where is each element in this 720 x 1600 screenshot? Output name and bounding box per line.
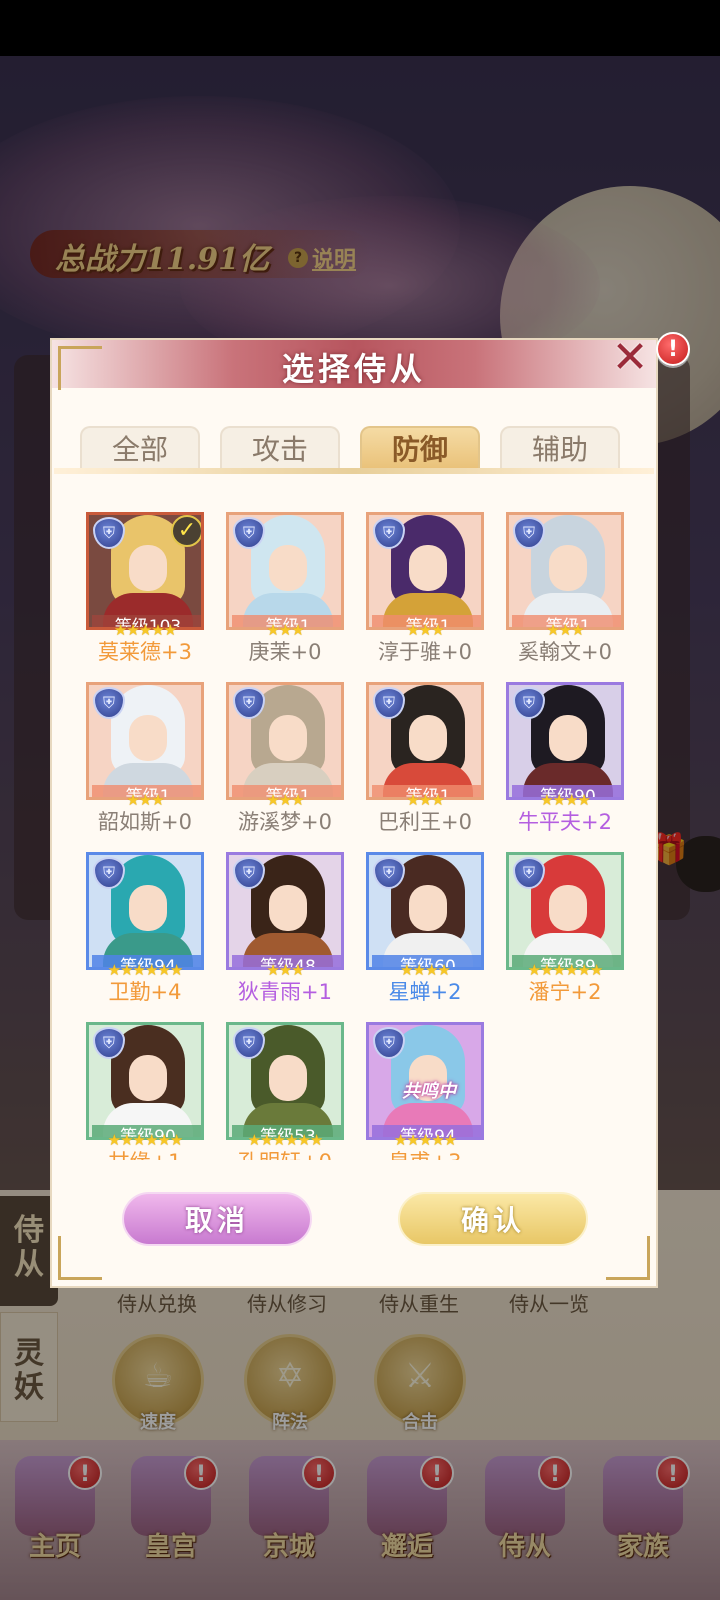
tab-attack[interactable]: 攻击 — [220, 426, 340, 470]
tab-all[interactable]: 全部 — [80, 426, 200, 470]
tab-defense[interactable]: 防御 — [360, 426, 480, 470]
portrait-face — [129, 715, 167, 761]
alert-badge: ! — [656, 332, 690, 366]
attendant-name: 游溪梦+0 — [238, 810, 332, 834]
portrait-face — [549, 885, 587, 931]
attendant-grid: ⛨ ✓ 等级103 ★★★★★ 莫莱德+3 ⛨ 等级1 ★★★ 庚茉+0 ⛨ 等级1 ★★★ 淳于骓+0… — [52, 500, 656, 1160]
attendant-name: 皇甫+3 — [352, 1146, 498, 1160]
attendant-card[interactable]: ⛨ 等级89 ★★★★★★ 潘宁+2 — [506, 840, 624, 1004]
tab-support[interactable]: 辅助 — [500, 426, 620, 470]
attendant-card[interactable]: ⛨ 等级1 ★★★ 游溪梦+0 — [226, 670, 344, 834]
portrait-face — [409, 885, 447, 931]
attendant-portrait: ⛨ 等级60 — [366, 852, 484, 970]
portrait-face — [269, 545, 307, 591]
attendant-portrait: ⛨ 等级1 — [366, 682, 484, 800]
attendant-portrait: ⛨ 等级90 — [86, 1022, 204, 1140]
corner-ornament — [58, 346, 102, 390]
attendant-card[interactable]: ⛨ ✓ 等级103 ★★★★★ 莫莱德+3 — [86, 500, 204, 664]
attendant-card[interactable]: ⛨ 等级1 ★★★ 庚茉+0 — [226, 500, 344, 664]
attendant-card[interactable]: ⛨ 等级90 ★★★★ 牛平夫+2 — [506, 670, 624, 834]
attendant-name: 牛平夫+2 — [518, 810, 612, 834]
attendant-portrait: ⛨ 等级1 — [86, 682, 204, 800]
attendant-card[interactable]: ⛨共鸣中等级94★★★★★皇甫+3 — [366, 1010, 484, 1160]
attendant-portrait: ⛨ 等级1 — [226, 682, 344, 800]
attendant-portrait: ⛨ 等级89 — [506, 852, 624, 970]
corner-ornament — [58, 1236, 102, 1280]
portrait-face — [269, 885, 307, 931]
cancel-button[interactable]: 取消 — [122, 1192, 312, 1246]
resonance-label: 共鸣中 — [402, 1081, 456, 1102]
attendant-portrait: ⛨ 等级1 — [226, 512, 344, 630]
select-attendant-dialog: 选择侍从 ✕ ! 全部 攻击 防御 辅助 ⛨ ✓ 等级103 ★★★★★ 莫莱德+3 ⛨ 等… — [50, 332, 690, 1288]
attendant-name: 孔明轩+0 — [212, 1146, 358, 1160]
attendant-portrait: ⛨ 共鸣中 等级94 — [366, 1022, 484, 1140]
portrait-face — [269, 1055, 307, 1101]
attendant-card[interactable]: ⛨ 等级1 ★★★ 淳于骓+0 — [366, 500, 484, 664]
attendant-portrait: ⛨ 等级1 — [506, 512, 624, 630]
close-icon[interactable]: ✕ — [608, 336, 652, 380]
attendant-name: 甘缘+1 — [72, 1146, 218, 1160]
attendant-name: 淳于骓+0 — [378, 640, 472, 664]
portrait-face — [409, 545, 447, 591]
attendant-name: 潘宁+2 — [528, 980, 602, 1004]
portrait-face — [549, 715, 587, 761]
attendant-name: 庚茉+0 — [248, 640, 322, 664]
attendant-name: 奚翰文+0 — [518, 640, 612, 664]
attendant-portrait: ⛨ 等级1 — [366, 512, 484, 630]
dialog-title: 选择侍从 — [281, 350, 426, 388]
attendant-card[interactable]: ⛨ 等级60 ★★★★ 星蝉+2 — [366, 840, 484, 1004]
corner-ornament — [606, 1236, 650, 1280]
attendant-card[interactable]: ⛨ 等级1 ★★★ 巴利王+0 — [366, 670, 484, 834]
attendant-card[interactable]: ⛨等级90★★★★★★甘缘+1 — [86, 1010, 204, 1160]
attendant-card[interactable]: ⛨等级53★★★★★★孔明轩+0 — [226, 1010, 344, 1160]
attendant-portrait: ⛨ 等级48 — [226, 852, 344, 970]
portrait-face — [409, 715, 447, 761]
portrait-face — [129, 1055, 167, 1101]
portrait-face — [129, 545, 167, 591]
attendant-portrait: ⛨ ✓ 等级103 — [86, 512, 204, 630]
status-bar — [0, 0, 720, 56]
selected-check-icon: ✓ — [171, 515, 201, 547]
portrait-face — [269, 715, 307, 761]
attendant-name: 韶如斯+0 — [98, 810, 192, 834]
portrait-face — [549, 545, 587, 591]
confirm-button[interactable]: 确认 — [398, 1192, 588, 1246]
attendant-name: 巴利王+0 — [378, 810, 472, 834]
attendant-card[interactable]: ⛨ 等级48 ★★★ 狄青雨+1 — [226, 840, 344, 1004]
portrait-face — [129, 885, 167, 931]
attendant-name: 星蝉+2 — [388, 980, 462, 1004]
tabs-rail — [54, 468, 654, 474]
attendant-portrait: ⛨ 等级90 — [506, 682, 624, 800]
attendant-card[interactable]: ⛨ 等级1 ★★★ 奚翰文+0 — [506, 500, 624, 664]
attendant-portrait: ⛨ 等级53 — [226, 1022, 344, 1140]
attendant-card[interactable]: ⛨ 等级94 ★★★★★★ 卫勤+4 — [86, 840, 204, 1004]
attendant-card[interactable]: ⛨ 等级1 ★★★ 韶如斯+0 — [86, 670, 204, 834]
attendant-name: 狄青雨+1 — [238, 980, 332, 1004]
attendant-name: 莫莱德+3 — [98, 640, 192, 664]
attendant-portrait: ⛨ 等级94 — [86, 852, 204, 970]
attendant-name: 卫勤+4 — [108, 980, 182, 1004]
